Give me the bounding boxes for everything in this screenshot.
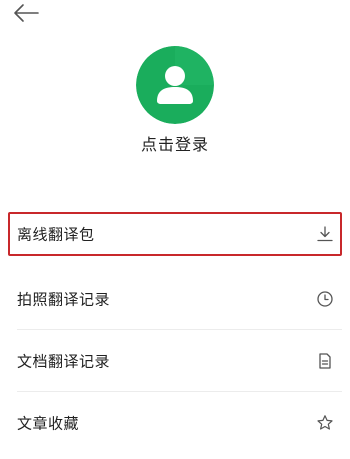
avatar[interactable] xyxy=(136,46,214,124)
document-icon xyxy=(316,352,334,370)
menu-item-photo-history[interactable]: 拍照翻译记录 xyxy=(8,268,342,330)
login-link[interactable]: 点击登录 xyxy=(0,131,350,155)
download-icon xyxy=(316,225,334,243)
menu-item-document-history[interactable]: 文档翻译记录 xyxy=(8,330,342,392)
user-avatar-icon xyxy=(136,46,214,124)
clock-icon xyxy=(316,290,334,308)
menu-item-label: 拍照翻译记录 xyxy=(17,290,111,309)
menu-item-label: 文档翻译记录 xyxy=(17,352,111,371)
menu-list: 离线翻译包 拍照翻译记录 文档翻译记录 文章收藏 xyxy=(0,212,350,454)
menu-item-offline-package[interactable]: 离线翻译包 xyxy=(8,212,342,256)
menu-item-article-favorites[interactable]: 文章收藏 xyxy=(8,392,342,454)
screen: 点击登录 离线翻译包 拍照翻译记录 文档翻译记录 文章收藏 xyxy=(0,0,350,459)
arrow-left-icon xyxy=(14,4,39,22)
menu-item-label: 离线翻译包 xyxy=(17,225,95,244)
menu-item-label: 文章收藏 xyxy=(17,414,80,433)
star-icon xyxy=(316,414,334,432)
back-button[interactable] xyxy=(10,0,42,26)
